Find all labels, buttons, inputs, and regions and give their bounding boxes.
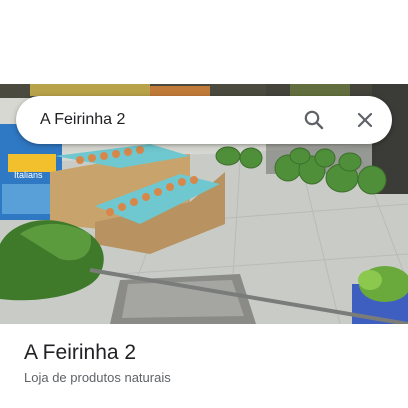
search-icon	[304, 110, 324, 130]
search-button[interactable]	[294, 100, 334, 140]
close-icon	[357, 112, 373, 128]
photo-sign-text: Italians	[14, 170, 43, 180]
place-category: Loja de produtos naturais	[24, 370, 171, 385]
search-input[interactable]: A Feirinha 2	[40, 96, 280, 144]
search-bar[interactable]: A Feirinha 2	[16, 96, 392, 144]
close-button[interactable]	[345, 100, 385, 140]
place-title[interactable]: A Feirinha 2	[24, 341, 136, 365]
